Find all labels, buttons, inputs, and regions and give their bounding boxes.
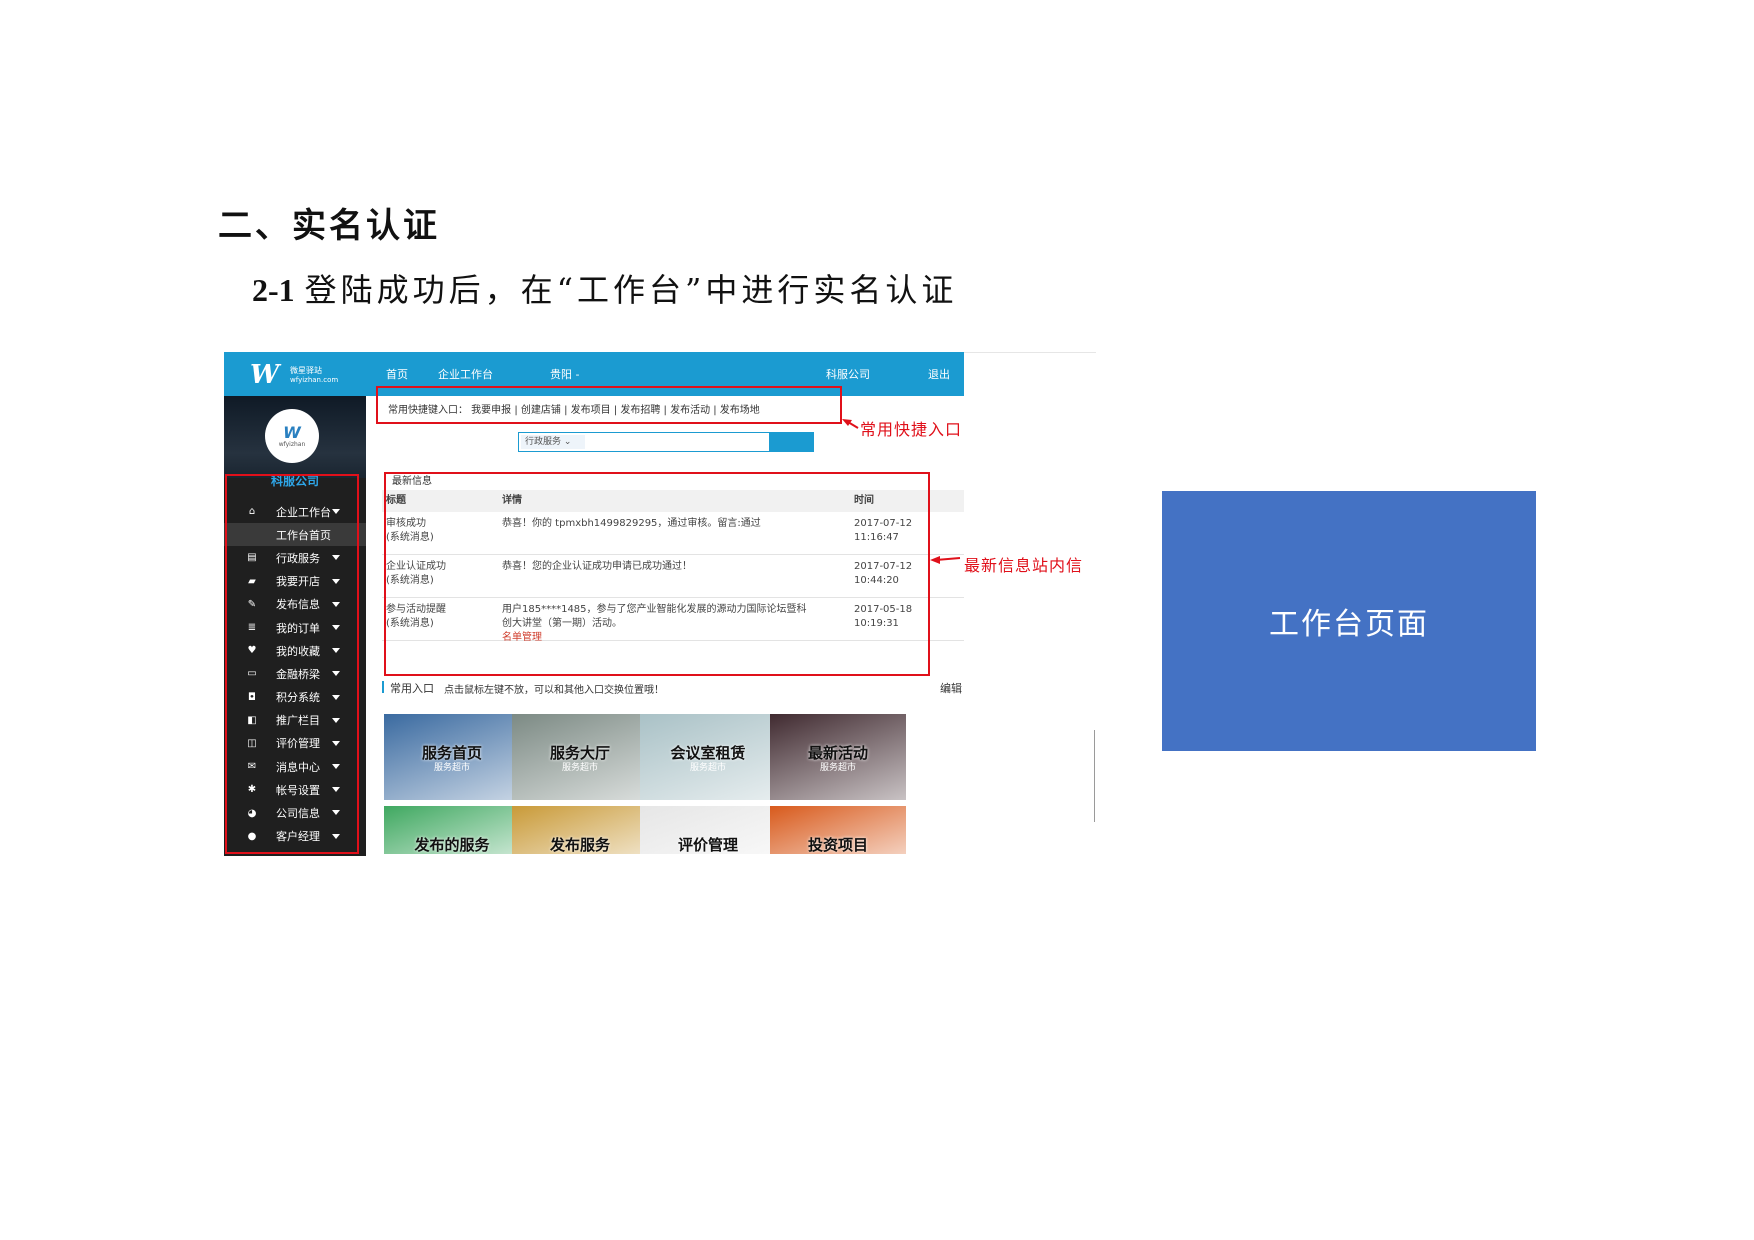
nav-city[interactable]: 贵阳 -: [550, 366, 579, 382]
step-heading: 2-1 登陆成功后，在“工作台”中进行实名认证: [252, 265, 957, 311]
common-entries-hint: 点击鼠标左键不放，可以和其他入口交换位置哦！: [444, 685, 664, 696]
quick-entry-highlight: [376, 386, 842, 424]
tile-title: 发布服务: [549, 836, 610, 854]
annotation-quick-entry: 常用快捷入口: [860, 420, 963, 439]
avatar[interactable]: W wfyizhan: [265, 409, 319, 463]
search-category-select[interactable]: 行政服务 ⌄: [521, 435, 585, 449]
tile-subtitle: 服务超市: [433, 763, 470, 773]
edit-link[interactable]: 编辑: [940, 680, 962, 696]
entry-tile[interactable]: 发布服务: [512, 806, 648, 854]
search-bar: 行政服务 ⌄: [518, 432, 814, 452]
tile-subtitle: 服务超市: [689, 763, 726, 773]
entry-tile[interactable]: 最新活动 服务超市: [770, 714, 906, 800]
workbench-page-panel: 工作台页面: [1162, 491, 1536, 751]
entry-tile[interactable]: 服务首页 服务超市: [384, 714, 520, 800]
common-entries-header: 常用入口 点击鼠标左键不放，可以和其他入口交换位置哦！ 编辑: [382, 680, 962, 696]
search-button[interactable]: [769, 433, 813, 451]
avatar-text: wfyizhan: [278, 440, 306, 448]
step-number: 2-1: [252, 272, 295, 308]
frame-line: [1094, 730, 1095, 822]
tile-subtitle: 服务超市: [561, 763, 598, 773]
logo-name: 微星驿站: [290, 366, 322, 375]
common-entries-title: 常用入口: [390, 682, 434, 695]
entry-tile[interactable]: 评价管理: [640, 806, 776, 854]
section-marker: [382, 681, 384, 693]
frame-line: [960, 352, 1096, 353]
entry-tile[interactable]: 服务大厅 服务超市: [512, 714, 648, 800]
step-text: 登陆成功后，在“工作台”中进行实名认证: [304, 271, 958, 309]
nav-company[interactable]: 科服公司: [826, 366, 870, 382]
tile-subtitle: 服务超市: [819, 763, 856, 773]
logo-domain: wfyizhan.com: [290, 376, 339, 384]
latest-info-highlight: [384, 472, 930, 676]
entry-tile[interactable]: 投资项目: [770, 806, 906, 854]
nav-home[interactable]: 首页: [386, 366, 408, 382]
site-logo[interactable]: W 微星驿站 wfyizhan.com: [250, 362, 340, 388]
tile-title: 评价管理: [677, 836, 738, 854]
entry-tile[interactable]: 发布的服务: [384, 806, 520, 854]
nav-logout[interactable]: 退出: [928, 366, 950, 382]
annotation-latest-info: 最新信息站内信: [964, 556, 1084, 575]
entry-tile[interactable]: 会议室租赁 服务超市: [640, 714, 776, 800]
section-heading: 二、实名认证: [218, 206, 440, 246]
avatar-mark: W: [283, 422, 301, 442]
sidebar-highlight: [225, 474, 359, 854]
tile-title: 发布的服务: [414, 836, 490, 854]
nav-workbench[interactable]: 企业工作台: [438, 366, 493, 382]
tile-title: 投资项目: [807, 836, 868, 854]
sidebar-header: W wfyizhan 科服公司: [224, 396, 366, 488]
